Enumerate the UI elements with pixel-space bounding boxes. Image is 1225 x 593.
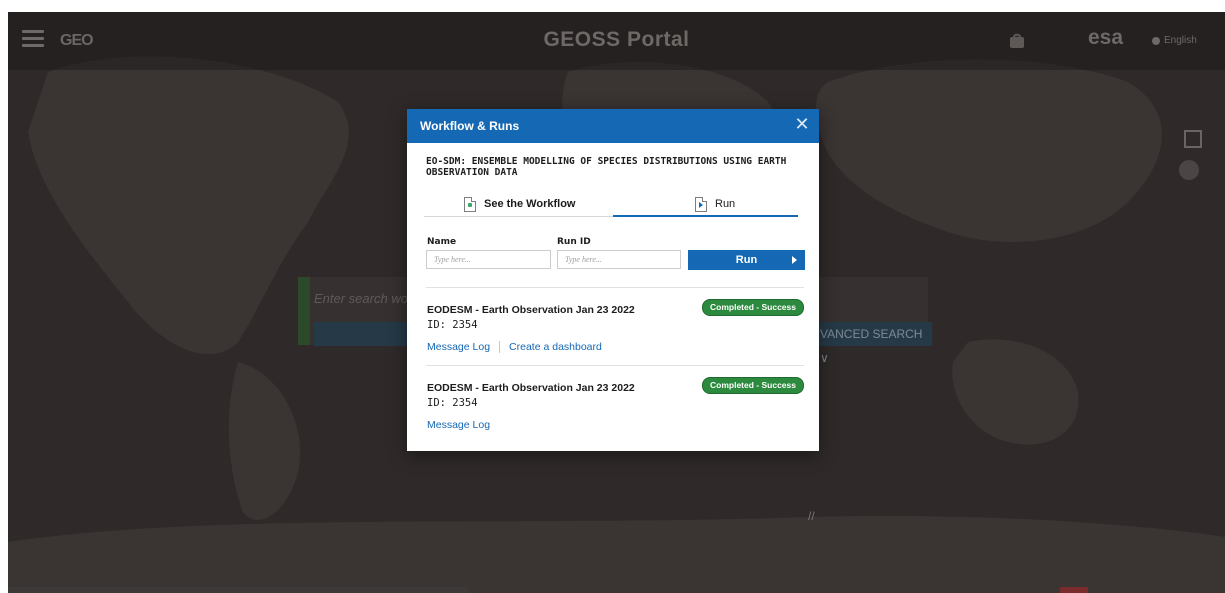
message-log-link[interactable]: Message Log [427,341,490,353]
run-doc-icon [695,196,707,212]
run-button-label: Run [735,254,758,266]
divider [426,365,804,366]
top-bar: GEO GEOSS Portal esa English [8,12,1225,70]
play-icon [792,256,797,264]
modal-title: Workflow & Runs [420,119,520,133]
portal-title: GEOSS Portal [543,28,690,51]
bottom-status-bar [8,587,468,593]
run-button[interactable]: Run [688,250,805,270]
fullscreen-icon[interactable] [1184,130,1202,148]
bottom-red-indicator [1060,587,1088,593]
workflow-doc-icon [464,196,476,212]
run-links: Message Log Create a dashboard [427,341,602,353]
modal-tabs: See the Workflow Run [424,193,798,217]
run-title: EODESM - Earth Observation Jan 23 2022 [427,382,635,394]
globe-icon [1152,36,1160,45]
active-tab-indicator [613,215,798,217]
link-separator [499,341,501,353]
search-strip [314,322,410,346]
status-badge: Completed - Success [702,377,804,394]
run-id-label: Run ID [557,237,591,247]
language-label: English [1164,35,1197,46]
name-input[interactable]: Type here... [426,250,551,269]
tab-label: See the Workflow [484,198,576,210]
search-collapse-toggle[interactable] [298,277,310,345]
run-id: ID: 2354 [427,319,478,331]
close-icon[interactable]: ✕ [793,115,811,133]
create-dashboard-link[interactable]: Create a dashboard [509,341,602,353]
run-id-input[interactable]: Type here... [557,250,681,269]
run-links: Message Log [427,419,490,431]
run-title: EODESM - Earth Observation Jan 23 2022 [427,304,635,316]
advanced-search-button[interactable]: VANCED SEARCH ∨ [818,322,932,365]
run-id: ID: 2354 [427,397,478,409]
resize-handle-icon: // [808,509,815,523]
name-label: Name [427,237,457,247]
tab-run[interactable]: Run [695,193,735,215]
workflow-name: EO-SDM: ENSEMBLE MODELLING OF SPECIES DI… [426,156,787,178]
status-badge: Completed - Success [702,299,804,316]
language-selector[interactable]: English [1152,35,1197,46]
modal-header: Workflow & Runs ✕ [407,109,819,143]
bag-icon[interactable] [1008,32,1026,50]
search-input[interactable]: Enter search wo [314,282,414,316]
workflow-runs-modal: Workflow & Runs ✕ EO-SDM: ENSEMBLE MODEL… [407,109,819,451]
layers-icon[interactable] [1179,160,1199,180]
tab-see-the-workflow[interactable]: See the Workflow [464,193,575,215]
esa-logo: esa [1088,26,1124,49]
divider [426,287,804,288]
tab-label: Run [715,198,736,210]
message-log-link[interactable]: Message Log [427,419,490,431]
